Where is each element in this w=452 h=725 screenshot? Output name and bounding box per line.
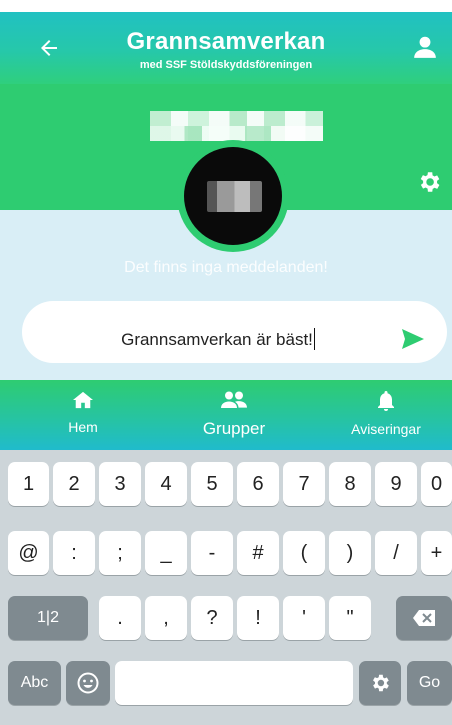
key-colon[interactable]: : [53,531,95,575]
page-title: Grannsamverkan [126,28,326,55]
key-go[interactable]: Go [407,661,452,705]
profile-button[interactable] [408,30,442,64]
emoji-icon [77,672,99,694]
key-1[interactable]: 1 [8,462,49,506]
key-5[interactable]: 5 [191,462,233,506]
key-symbols-page[interactable]: 1|2 [8,596,88,640]
key-paren-open[interactable]: ( [283,531,325,575]
key-period[interactable]: . [99,596,141,640]
status-strip [0,0,452,12]
nav-item-groups[interactable]: Grupper [179,390,289,439]
key-3[interactable]: 3 [99,462,141,506]
key-backspace[interactable] [396,596,452,640]
key-apostrophe[interactable]: ' [283,596,325,640]
key-9[interactable]: 9 [375,462,417,506]
nav-item-notifications[interactable]: Aviseringar [331,390,441,437]
empty-messages-text: Det finns inga meddelanden! [124,259,328,276]
nav-label-notifications: Aviseringar [351,421,421,437]
key-2[interactable]: 2 [53,462,95,506]
message-input-value: Grannsamverkan är bäst! [121,330,313,349]
send-icon [402,329,424,349]
key-4[interactable]: 4 [145,462,187,506]
key-abc[interactable]: Abc [8,661,61,705]
user-icon [414,36,436,58]
key-quote[interactable]: " [329,596,371,640]
key-emoji[interactable] [66,661,110,705]
gear-icon [373,674,389,692]
key-semicolon[interactable]: ; [99,531,141,575]
key-at[interactable]: @ [8,531,49,575]
bell-icon [378,391,394,411]
home-icon [73,391,93,409]
group-icon [221,391,247,408]
key-paren-close[interactable]: ) [329,531,371,575]
key-hash[interactable]: # [237,531,279,575]
avatar-pixelated-content [207,181,262,212]
key-space[interactable] [115,661,353,705]
key-0[interactable]: 0 [421,462,452,506]
key-8[interactable]: 8 [329,462,371,506]
gear-icon [420,172,440,192]
key-7[interactable]: 7 [283,462,325,506]
key-slash[interactable]: / [375,531,417,575]
key-6[interactable]: 6 [237,462,279,506]
key-plus[interactable]: + [421,531,452,575]
key-keyboard-settings[interactable] [359,661,401,705]
nav-item-home[interactable]: Hem [28,390,138,435]
nav-label-groups: Grupper [202,419,266,438]
send-button[interactable] [396,324,430,354]
key-comma[interactable]: , [145,596,187,640]
page-subtitle: med SSF Stöldskyddsföreningen [139,59,313,71]
key-hyphen[interactable]: - [191,531,233,575]
group-name-pixelated-lower [150,126,323,141]
key-exclamation[interactable]: ! [237,596,279,640]
group-settings-button[interactable] [413,166,445,198]
key-question[interactable]: ? [191,596,233,640]
key-underscore[interactable]: _ [145,531,187,575]
nav-label-home: Hem [68,419,98,435]
text-cursor [313,328,315,350]
backspace-icon [413,610,435,626]
